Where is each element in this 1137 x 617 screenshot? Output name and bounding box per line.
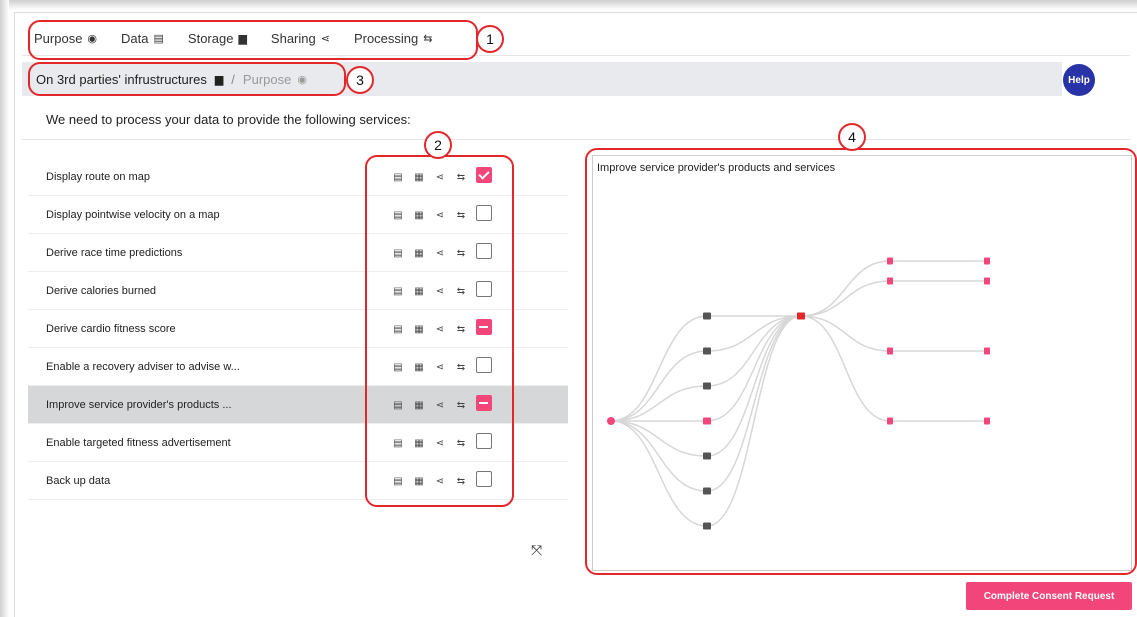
expand-icon[interactable]: ⤧ [531,542,542,559]
service-label: Back up data [46,474,111,487]
intro-text: We need to process your data to provide … [46,112,411,127]
service-label: Display route on map [46,170,150,183]
service-label: Derive race time predictions [46,246,183,259]
callout-number-2: 2 [424,131,452,159]
service-label: Display pointwise velocity on a map [46,208,220,221]
callout-frame-4 [585,148,1137,575]
callout-frame-1 [28,20,478,60]
service-label: Enable targeted fitness advertisement [46,436,231,449]
callout-number-1: 1 [476,25,504,53]
service-label: Derive cardio fitness score [46,322,176,335]
complete-consent-button[interactable]: Complete Consent Request [966,582,1132,610]
app-window: Purpose ◉ Data ▤ Storage ▆ Sharing ⋖ Processing ⇆… [0,0,1137,617]
service-label: Improve service provider's products ... [46,398,232,411]
callout-number-4: 4 [838,123,866,151]
callout-number-3: 3 [346,66,374,94]
callout-frame-3 [28,62,346,96]
help-button[interactable]: Help [1063,64,1095,96]
service-label: Enable a recovery adviser to advise w... [46,360,240,373]
callout-frame-2 [365,155,514,507]
intro-divider [22,139,1130,140]
service-label: Derive calories burned [46,284,157,297]
